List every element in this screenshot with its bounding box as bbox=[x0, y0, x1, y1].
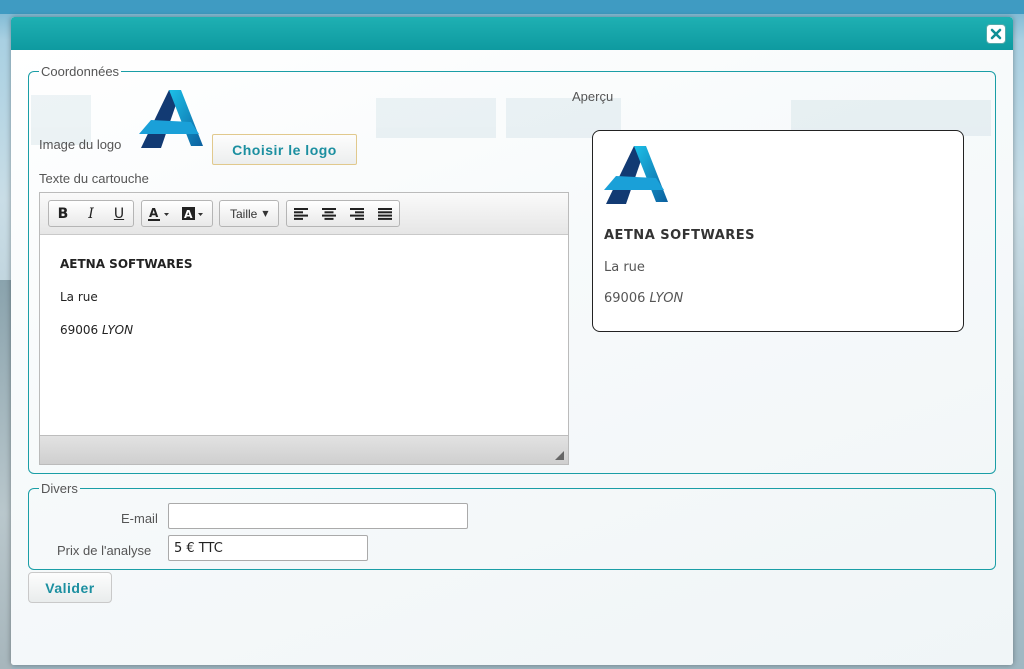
resize-handle-icon[interactable] bbox=[555, 451, 564, 460]
preview-postcode: 69006 bbox=[604, 291, 646, 306]
svg-text:A: A bbox=[184, 208, 193, 221]
italic-button[interactable]: I bbox=[77, 201, 105, 226]
close-button[interactable] bbox=[986, 24, 1006, 44]
preview-city-line: 69006 LYON bbox=[604, 291, 683, 306]
align-center-icon bbox=[322, 207, 336, 220]
preview-logo bbox=[604, 146, 668, 204]
price-input[interactable] bbox=[168, 535, 368, 561]
email-label: E-mail bbox=[121, 511, 158, 526]
logo-label: Image du logo bbox=[39, 137, 122, 152]
font-size-dropdown[interactable]: Taille ▼ bbox=[219, 200, 279, 227]
settings-dialog: Coordonnées Aperçu Image du logo Choisir… bbox=[11, 17, 1013, 665]
preview-card: AETNA SOFTWARES La rue 69006 LYON bbox=[592, 130, 964, 332]
choose-logo-button[interactable]: Choisir le logo bbox=[212, 134, 357, 165]
company-logo bbox=[139, 90, 203, 148]
align-left-button[interactable] bbox=[287, 201, 315, 226]
preview-street: La rue bbox=[604, 260, 645, 275]
color-group: A A bbox=[141, 200, 213, 227]
price-label: Prix de l'analyse bbox=[57, 543, 152, 558]
highlight-color-icon: A bbox=[182, 206, 203, 221]
font-color-button[interactable]: A bbox=[142, 201, 176, 226]
align-justify-icon bbox=[378, 207, 392, 220]
preview-city: LYON bbox=[649, 291, 684, 306]
svg-text:A: A bbox=[149, 206, 159, 220]
font-size-label: Taille bbox=[230, 206, 258, 221]
align-center-button[interactable] bbox=[315, 201, 343, 226]
align-justify-button[interactable] bbox=[371, 201, 399, 226]
align-left-icon bbox=[294, 207, 308, 220]
rich-text-editor[interactable]: B I U A A Taille ▼ AETNA SOFTWARES La ru… bbox=[39, 192, 569, 465]
font-color-icon: A bbox=[148, 206, 169, 221]
background-header-strip bbox=[0, 0, 1024, 14]
email-input[interactable] bbox=[168, 503, 468, 529]
bold-button[interactable]: B bbox=[49, 201, 77, 226]
align-right-button[interactable] bbox=[343, 201, 371, 226]
editor-company-line: AETNA SOFTWARES bbox=[60, 257, 193, 271]
align-right-icon bbox=[350, 207, 364, 220]
editor-street-line: La rue bbox=[60, 290, 98, 304]
highlight-color-button[interactable]: A bbox=[176, 201, 210, 226]
editor-toolbar: B I U A A Taille ▼ bbox=[40, 193, 568, 235]
dialog-titlebar bbox=[11, 17, 1013, 50]
text-label: Texte du cartouche bbox=[39, 171, 149, 186]
chevron-down-icon: ▼ bbox=[262, 209, 269, 218]
close-icon bbox=[990, 28, 1002, 40]
preview-label: Aperçu bbox=[572, 89, 614, 104]
editor-content[interactable]: AETNA SOFTWARES La rue 69006 LYON bbox=[40, 235, 568, 435]
editor-city-line: 69006 LYON bbox=[60, 323, 548, 337]
editor-city: LYON bbox=[102, 323, 134, 337]
divers-legend: Divers bbox=[41, 481, 78, 496]
coordonnees-legend: Coordonnées bbox=[41, 64, 120, 79]
format-group: B I U bbox=[48, 200, 134, 227]
preview-company: AETNA SOFTWARES bbox=[604, 228, 756, 243]
editor-statusbar bbox=[40, 435, 568, 464]
submit-button[interactable]: Valider bbox=[28, 572, 112, 603]
align-group bbox=[286, 200, 400, 227]
underline-button[interactable]: U bbox=[105, 201, 133, 226]
editor-postcode: 69006 bbox=[60, 323, 99, 337]
